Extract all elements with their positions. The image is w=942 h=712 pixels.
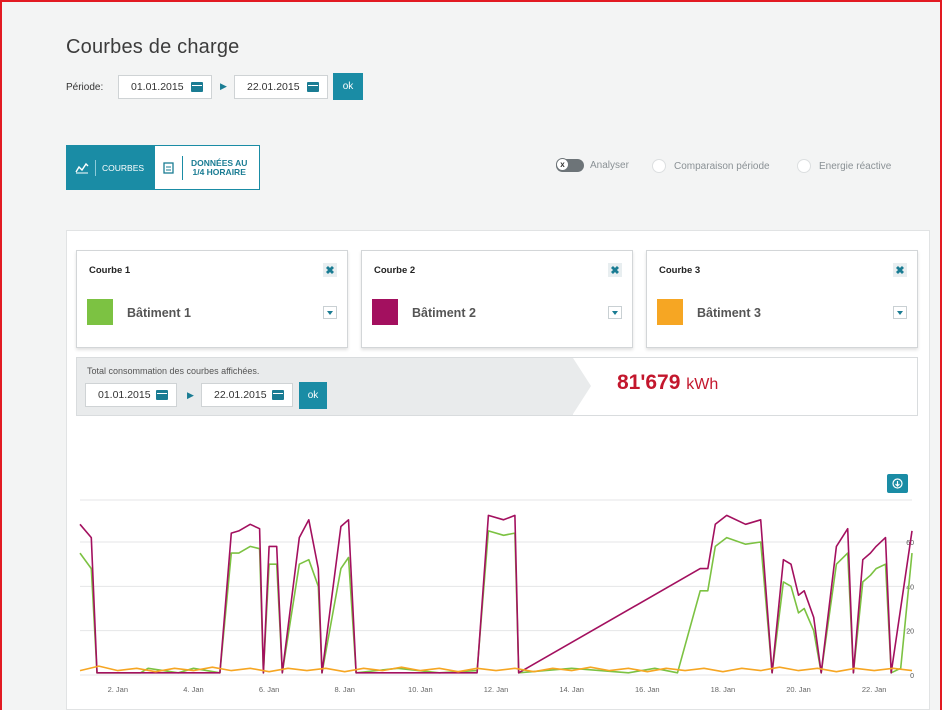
close-icon[interactable]: ✖ xyxy=(608,263,622,277)
tab-courbes-label: COURBES xyxy=(102,162,145,173)
total-label: Total consommation des courbes affichées… xyxy=(87,366,260,376)
card-building-label: Bâtiment 1 xyxy=(127,306,191,320)
total-ok-button[interactable]: ok xyxy=(299,382,327,409)
x-tick-label: 10. Jan xyxy=(408,685,433,694)
total-unit: kWh xyxy=(686,376,719,393)
y-tick-label: 0 xyxy=(910,673,914,680)
courbe-card-2: Courbe 2 ✖ Bâtiment 2 xyxy=(361,250,633,348)
card-title: Courbe 1 xyxy=(89,265,131,276)
card-building-label: Bâtiment 3 xyxy=(697,306,761,320)
calendar-icon[interactable] xyxy=(307,82,319,92)
tab-donnees[interactable]: DONNÉES AU 1/4 HORAIRE xyxy=(155,146,259,189)
tab-courbes[interactable]: COURBES xyxy=(67,146,155,189)
card-building-label: Bâtiment 2 xyxy=(412,306,476,320)
courbe-card-3: Courbe 3 ✖ Bâtiment 3 xyxy=(646,250,918,348)
x-tick-label: 16. Jan xyxy=(635,685,660,694)
x-tick-label: 14. Jan xyxy=(559,685,584,694)
energie-radio[interactable] xyxy=(797,159,811,173)
app-frame: Courbes de charge Période: 01.01.2015 ▶ … xyxy=(0,0,942,710)
x-tick-label: 18. Jan xyxy=(711,685,736,694)
total-value: 81'679 kWh xyxy=(617,371,718,395)
page-title: Courbes de charge xyxy=(66,36,240,58)
energie-option[interactable]: Energie réactive xyxy=(797,159,891,173)
calendar-icon[interactable] xyxy=(191,82,203,92)
total-number: 81'679 xyxy=(617,371,681,394)
calendar-icon[interactable] xyxy=(156,390,168,400)
energie-label: Energie réactive xyxy=(819,160,892,172)
x-tick-label: 8. Jan xyxy=(335,685,355,694)
color-swatch xyxy=(657,299,683,325)
date-to-field[interactable]: 22.01.2015 xyxy=(234,75,328,99)
comparaison-label: Comparaison période xyxy=(674,160,770,172)
tab-separator xyxy=(95,159,96,176)
x-tick-label: 2. Jan xyxy=(108,685,128,694)
close-icon[interactable]: ✖ xyxy=(893,263,907,277)
series-line-b-timent-1 xyxy=(79,530,913,674)
arrow-right-icon: ▶ xyxy=(187,390,194,400)
y-tick-label: 40 xyxy=(906,584,914,591)
chevron-down-icon[interactable] xyxy=(608,306,622,319)
comparaison-option[interactable]: Comparaison période xyxy=(652,159,770,173)
periode-label: Période: xyxy=(66,82,104,93)
total-date-to-value: 22.01.2015 xyxy=(214,389,267,401)
x-tick-label: 4. Jan xyxy=(183,685,203,694)
total-date-to-field[interactable]: 22.01.2015 xyxy=(201,383,293,407)
color-swatch xyxy=(372,299,398,325)
chevron-down-icon[interactable] xyxy=(323,306,337,319)
tab-separator xyxy=(182,155,183,180)
tab-donnees-label: DONNÉES AU 1/4 HORAIRE xyxy=(191,158,247,177)
series-line-b-timent-2 xyxy=(79,514,913,674)
analyser-option[interactable]: Analyser xyxy=(556,158,629,172)
analyser-label: Analyser xyxy=(590,160,629,171)
comparaison-radio[interactable] xyxy=(652,159,666,173)
view-tabs: COURBES DONNÉES AU 1/4 HORAIRE xyxy=(66,145,260,190)
date-to-value: 22.01.2015 xyxy=(247,81,300,93)
x-tick-label: 22. Jan xyxy=(862,685,887,694)
close-icon[interactable]: ✖ xyxy=(323,263,337,277)
total-arrow-shape xyxy=(573,358,591,414)
total-date-from-field[interactable]: 01.01.2015 xyxy=(85,383,177,407)
chevron-down-icon[interactable] xyxy=(893,306,907,319)
document-icon xyxy=(163,161,174,174)
date-from-field[interactable]: 01.01.2015 xyxy=(118,75,212,99)
load-curve-chart: 02040602. Jan 4. Jan 6. Jan 8. Jan 10. Jan 12… xyxy=(79,499,914,694)
calendar-icon[interactable] xyxy=(272,390,284,400)
line-chart-icon xyxy=(75,162,89,173)
x-tick-label: 20. Jan xyxy=(786,685,811,694)
y-tick-label: 20 xyxy=(906,629,914,636)
analyser-toggle[interactable] xyxy=(556,158,584,172)
x-tick-label: 6. Jan xyxy=(259,685,279,694)
color-swatch xyxy=(87,299,113,325)
card-title: Courbe 2 xyxy=(374,265,416,276)
tab-donnees-line2: 1/4 HORAIRE xyxy=(192,166,246,177)
card-title: Courbe 3 xyxy=(659,265,701,276)
date-from-value: 01.01.2015 xyxy=(131,81,184,93)
periode-ok-button[interactable]: ok xyxy=(333,73,363,100)
total-date-from-value: 01.01.2015 xyxy=(98,389,151,401)
courbe-card-1: Courbe 1 ✖ Bâtiment 1 xyxy=(76,250,348,348)
total-consumption-bar: Total consommation des courbes affichées… xyxy=(76,357,918,416)
x-tick-label: 12. Jan xyxy=(484,685,509,694)
arrow-right-icon: ▶ xyxy=(220,81,227,91)
